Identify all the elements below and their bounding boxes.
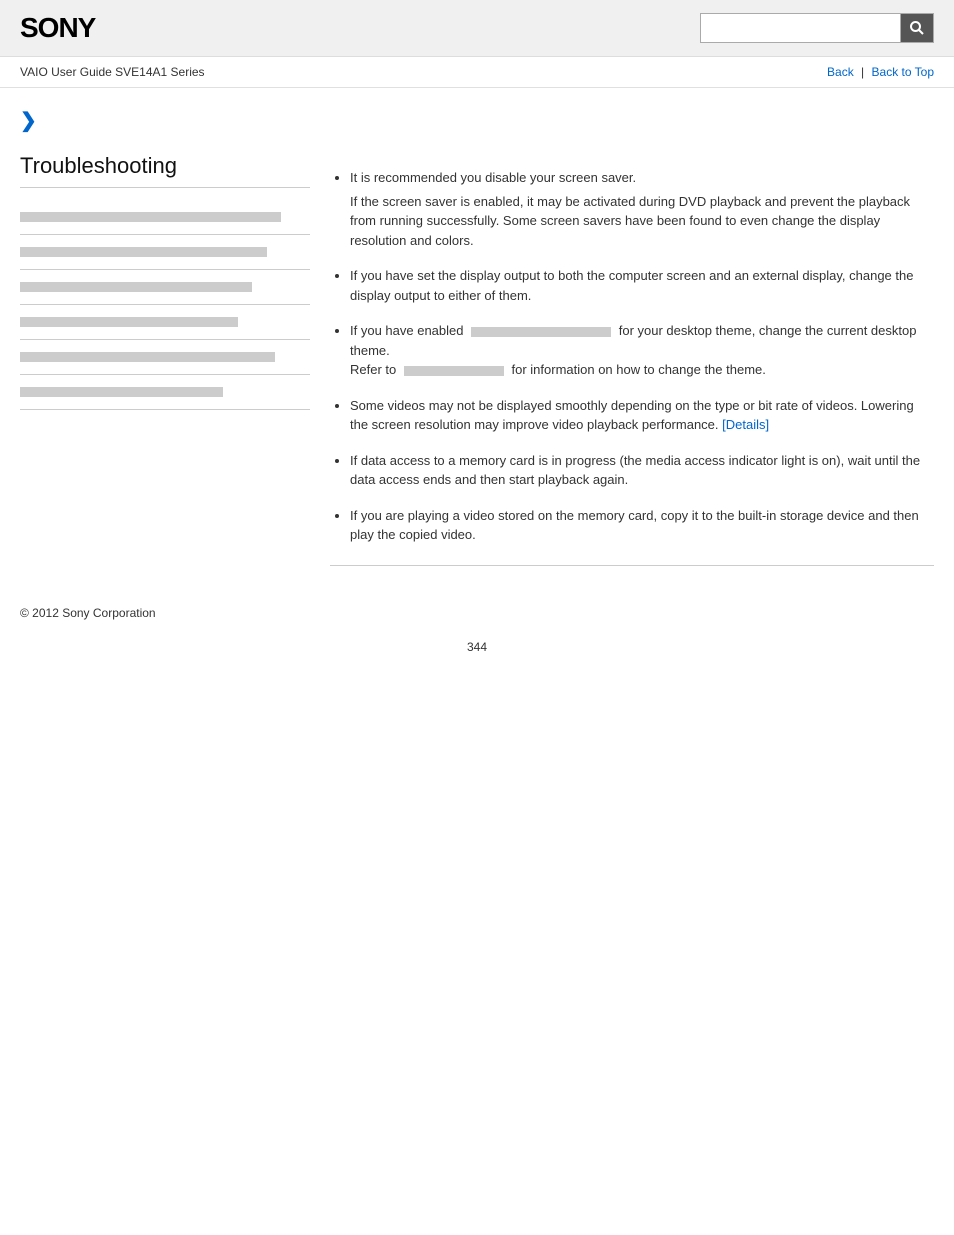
list-item: If you have set the display output to bo… bbox=[350, 266, 934, 305]
list-item: If you are playing a video stored on the… bbox=[350, 506, 934, 545]
content-item-5: If data access to a memory card is in pr… bbox=[350, 453, 920, 488]
copyright-text: © 2012 Sony Corporation bbox=[20, 606, 156, 620]
content-item-3-placeholder-1 bbox=[471, 327, 611, 337]
list-item bbox=[20, 235, 310, 270]
list-item bbox=[20, 200, 310, 235]
back-to-top-link[interactable]: Back to Top bbox=[872, 65, 934, 79]
search-icon bbox=[909, 20, 925, 36]
content-item-3a: If you have enabled bbox=[350, 323, 463, 338]
sidebar-nav-placeholder-5 bbox=[20, 352, 275, 362]
search-button[interactable] bbox=[900, 13, 934, 43]
list-item bbox=[20, 305, 310, 340]
back-link[interactable]: Back bbox=[827, 65, 854, 79]
page-number: 344 bbox=[467, 640, 487, 654]
main-content: ❯ Troubleshooting bbox=[0, 88, 954, 596]
list-item: Some videos may not be displayed smoothl… bbox=[350, 396, 934, 435]
sony-logo: SONY bbox=[20, 12, 95, 44]
details-link[interactable]: [Details] bbox=[722, 417, 769, 432]
content-item-3-placeholder-2 bbox=[404, 366, 504, 376]
list-item bbox=[20, 375, 310, 410]
sidebar-nav-placeholder-1 bbox=[20, 212, 281, 222]
list-item: If you have enabled for your desktop the… bbox=[350, 321, 934, 380]
sidebar-title: Troubleshooting bbox=[20, 153, 310, 188]
content-list: It is recommended you disable your scree… bbox=[330, 168, 934, 545]
list-item: It is recommended you disable your scree… bbox=[350, 168, 934, 250]
footer-page: 344 bbox=[0, 630, 954, 664]
search-input[interactable] bbox=[700, 13, 900, 43]
sidebar-nav-placeholder-2 bbox=[20, 247, 267, 257]
content-area: It is recommended you disable your scree… bbox=[330, 108, 934, 576]
search-area bbox=[700, 13, 934, 43]
content-item-3d: for information on how to change the the… bbox=[512, 362, 766, 377]
content-divider bbox=[330, 565, 934, 566]
content-item-4: Some videos may not be displayed smoothl… bbox=[350, 398, 914, 433]
content-item-1-title: It is recommended you disable your scree… bbox=[350, 170, 636, 185]
footer-copyright: © 2012 Sony Corporation bbox=[0, 596, 954, 630]
sidebar-nav bbox=[20, 200, 310, 410]
sidebar-nav-placeholder-6 bbox=[20, 387, 223, 397]
list-item bbox=[20, 270, 310, 305]
content-item-1-detail: If the screen saver is enabled, it may b… bbox=[350, 192, 934, 251]
list-item bbox=[20, 340, 310, 375]
breadcrumb: VAIO User Guide SVE14A1 Series bbox=[20, 65, 205, 79]
nav-separator: | bbox=[861, 65, 864, 79]
content-item-3c: Refer to bbox=[350, 362, 396, 377]
nav-links: Back | Back to Top bbox=[827, 65, 934, 79]
list-item: If data access to a memory card is in pr… bbox=[350, 451, 934, 490]
sidebar: ❯ Troubleshooting bbox=[20, 108, 310, 576]
sidebar-chevron-icon: ❯ bbox=[20, 108, 310, 133]
page-header: SONY bbox=[0, 0, 954, 57]
nav-bar: VAIO User Guide SVE14A1 Series Back | Ba… bbox=[0, 57, 954, 88]
content-item-6: If you are playing a video stored on the… bbox=[350, 508, 919, 543]
sidebar-nav-placeholder-3 bbox=[20, 282, 252, 292]
content-item-2: If you have set the display output to bo… bbox=[350, 268, 913, 303]
sidebar-nav-placeholder-4 bbox=[20, 317, 238, 327]
